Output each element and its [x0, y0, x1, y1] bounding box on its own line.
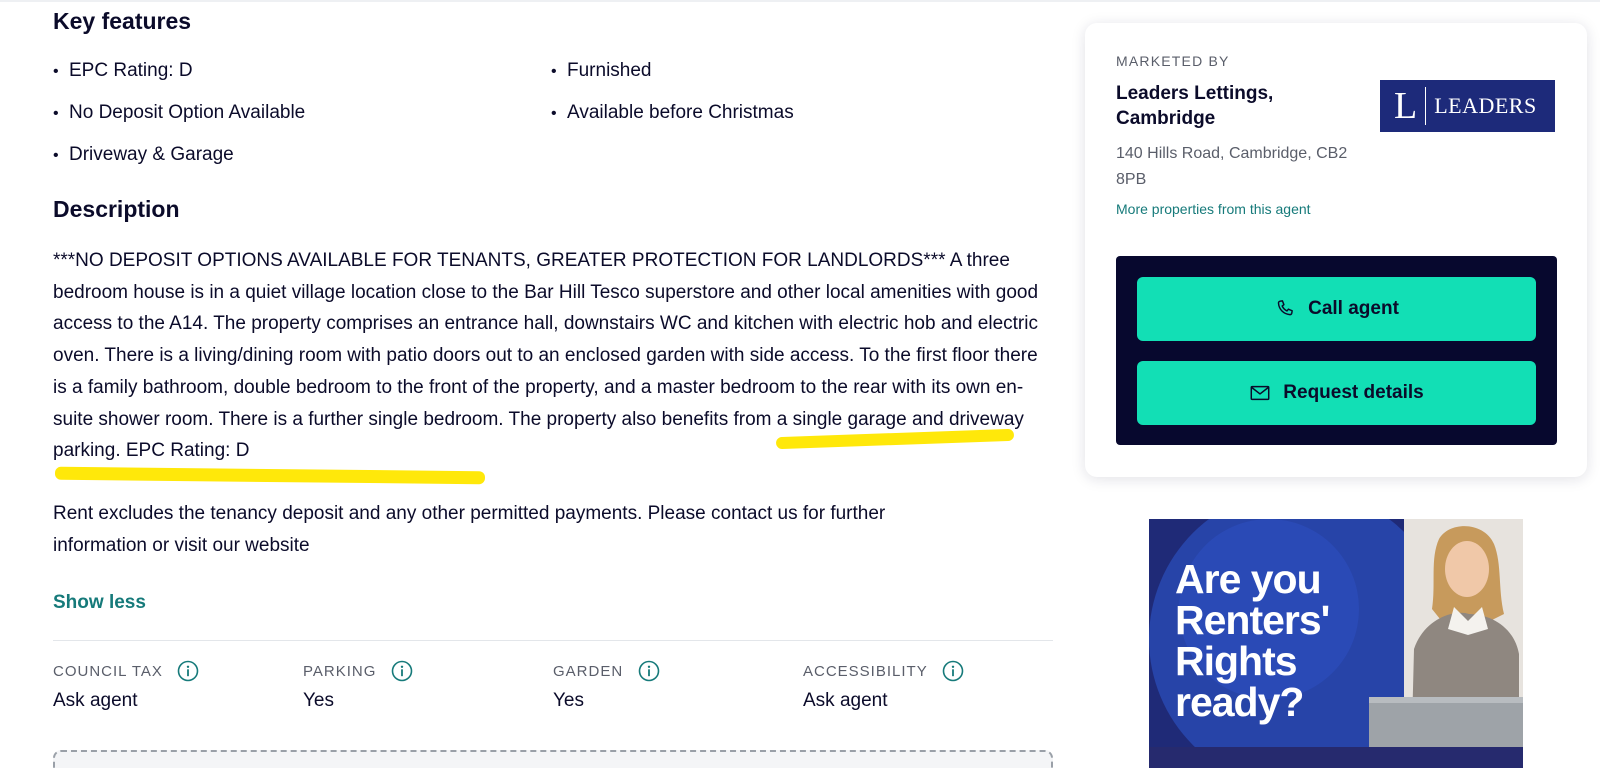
request-details-label: Request details [1283, 382, 1424, 403]
logo-separator [1425, 87, 1427, 125]
attribute-council-tax: COUNCIL TAX Ask agent [53, 660, 303, 712]
highlighter-mark [54, 466, 486, 485]
description-note: Rent excludes the tenancy deposit and an… [53, 503, 886, 556]
feature-item: • No Deposit Option Available [53, 102, 306, 123]
feature-item: • Furnished [551, 60, 652, 81]
agent-name[interactable]: Leaders Lettings, Cambridge [1116, 81, 1356, 131]
agent-card: MARKETED BY Leaders Lettings, Cambridge … [1085, 23, 1587, 477]
advert-banner[interactable]: Are you Renters' Rights ready? [1149, 519, 1523, 768]
marketed-by-label: MARKETED BY [1116, 53, 1230, 69]
attribute-label: COUNCIL TAX [53, 662, 163, 680]
attribute-parking: PARKING Yes [303, 660, 553, 712]
info-icon[interactable] [942, 660, 964, 682]
attribute-label: ACCESSIBILITY [803, 662, 928, 680]
attribute-label: PARKING [303, 662, 377, 680]
call-agent-label: Call agent [1308, 298, 1399, 319]
section-divider [53, 640, 1053, 641]
phone-icon [1277, 300, 1293, 316]
request-details-button[interactable]: Request details [1137, 361, 1536, 425]
show-less-link[interactable]: Show less [53, 592, 146, 614]
agent-logo[interactable]: L LEADERS [1380, 80, 1555, 132]
feature-item: • Available before Christmas [551, 102, 794, 123]
contact-panel: Call agent Request details [1116, 256, 1557, 445]
advert-headline: Are you Renters' Rights ready? [1175, 556, 1330, 725]
description-text: ***NO DEPOSIT OPTIONS AVAILABLE FOR TENA… [53, 250, 1039, 462]
attribute-value: Ask agent [53, 690, 138, 711]
attribute-value: Ask agent [803, 690, 888, 711]
more-properties-link[interactable]: More properties from this agent [1116, 201, 1311, 217]
property-details-page: Key features • EPC Rating: D • Furnished •… [0, 0, 1600, 768]
envelope-icon [1250, 385, 1270, 401]
agent-address: 140 Hills Road, Cambridge, CB2 8PB [1116, 145, 1348, 188]
attribute-accessibility: ACCESSIBILITY Ask agent [803, 660, 1053, 712]
key-features-title: Key features [53, 8, 192, 34]
feature-item: • EPC Rating: D [53, 60, 193, 81]
info-icon[interactable] [391, 660, 413, 682]
top-divider [0, 0, 1600, 2]
attribute-label: GARDEN [553, 662, 624, 680]
next-section-placeholder [53, 750, 1053, 768]
attribute-value: Yes [303, 690, 334, 711]
logo-letter: L [1394, 85, 1418, 127]
key-features-list: • EPC Rating: D • Furnished • No Deposit Op… [53, 58, 1053, 188]
logo-wordmark: LEADERS [1434, 93, 1537, 118]
feature-item: • Driveway & Garage [53, 144, 234, 165]
call-agent-button[interactable]: Call agent [1137, 277, 1536, 341]
description-title: Description [53, 196, 180, 222]
info-icon[interactable] [177, 660, 199, 682]
info-icon[interactable] [638, 660, 660, 682]
attribute-garden: GARDEN Yes [553, 660, 803, 712]
attribute-value: Yes [553, 690, 584, 711]
